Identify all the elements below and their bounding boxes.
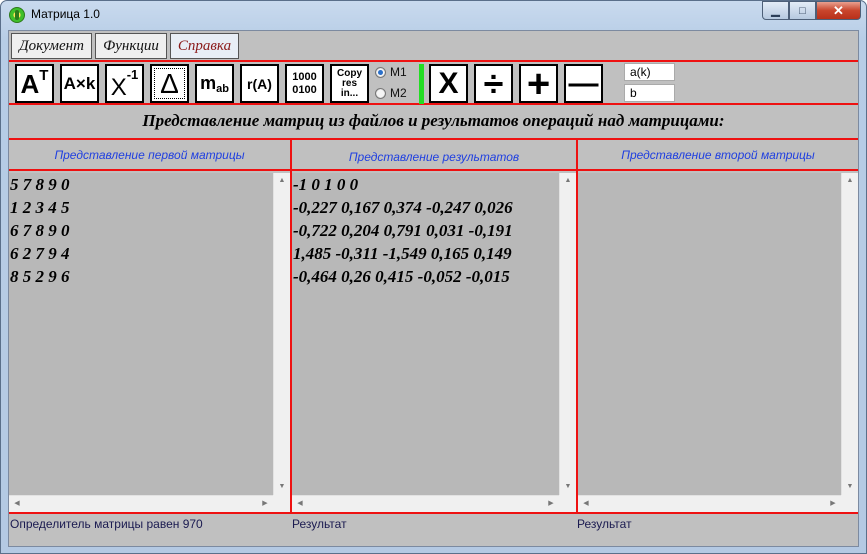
- scroll-down-icon[interactable]: ▼: [274, 479, 290, 495]
- copy-line3: in...: [340, 87, 359, 99]
- scroll-corner: [841, 495, 858, 512]
- scroll-corner: [559, 495, 576, 512]
- matrix-row: 5 7 8 9 0: [10, 175, 70, 194]
- matrix-row: -0,722 0,204 0,791 0,031 -0,191: [293, 221, 513, 240]
- menu-functions[interactable]: Функции: [95, 33, 167, 59]
- result-horizontal-scrollbar[interactable]: ◀ ▶: [292, 495, 559, 512]
- copy-line1: Copy: [337, 67, 362, 79]
- result-vertical-scrollbar[interactable]: ▲ ▼: [559, 173, 576, 495]
- second-status: Результат: [577, 517, 632, 531]
- divide-button[interactable]: ÷: [474, 62, 513, 104]
- scroll-up-icon[interactable]: ▲: [842, 173, 858, 189]
- binary-line2: 0100: [292, 83, 317, 96]
- transpose-sup: T: [39, 67, 49, 84]
- scroll-left-icon[interactable]: ◀: [292, 496, 308, 512]
- minimize-button[interactable]: ▁: [762, 1, 789, 20]
- scroll-left-icon[interactable]: ◀: [578, 496, 594, 512]
- scroll-right-icon[interactable]: ▶: [825, 496, 841, 512]
- add-label: +: [526, 61, 551, 106]
- first-horizontal-scrollbar[interactable]: ◀ ▶: [9, 495, 273, 512]
- window-title: Матрица 1.0: [31, 7, 100, 21]
- result-view[interactable]: -1 0 1 0 0 -0,227 0,167 0,374 -0,247 0,02…: [292, 173, 576, 512]
- matrix-row: 1 2 3 4 5: [10, 198, 70, 217]
- menu-document[interactable]: Документ: [11, 33, 92, 59]
- title-bar[interactable]: Матрица 1.0 ▁ □ ✕: [1, 1, 866, 29]
- scroll-down-icon[interactable]: ▼: [842, 479, 858, 495]
- coefficient-input[interactable]: a(k): [624, 63, 675, 81]
- radio-m1-dot[interactable]: [375, 66, 386, 78]
- transpose-base: A: [20, 68, 40, 99]
- menu-bar: Документ Функции Справка: [9, 31, 858, 62]
- subtract-button[interactable]: —: [564, 64, 603, 103]
- binary-button[interactable]: 1000 0100: [285, 64, 324, 103]
- scroll-up-icon[interactable]: ▲: [560, 173, 576, 189]
- app-window: Матрица 1.0 ▁ □ ✕ Документ Функции Справ…: [0, 0, 867, 554]
- scroll-right-icon[interactable]: ▶: [257, 496, 273, 512]
- copy-line2: res: [341, 77, 357, 89]
- add-button[interactable]: +: [519, 61, 558, 106]
- scale-label: A×k: [63, 73, 96, 93]
- determinant-button[interactable]: Δ: [150, 64, 189, 103]
- transpose-button[interactable]: AT: [15, 64, 54, 103]
- radio-m2-dot[interactable]: [375, 87, 386, 99]
- matrix-row: 6 2 7 9 4: [10, 244, 70, 263]
- radio-m1[interactable]: M1: [375, 65, 407, 79]
- rank-button[interactable]: r(A): [240, 64, 279, 103]
- first-status: Определитель матрицы равен 970: [10, 517, 203, 531]
- scroll-up-icon[interactable]: ▲: [274, 173, 290, 189]
- first-matrix-view[interactable]: 5 7 8 9 0 1 2 3 4 5 6 7 8 9 0 6 2 7 9 4 8 5 …: [9, 173, 290, 512]
- matrix-row: -1 0 1 0 0: [293, 175, 359, 194]
- scroll-left-icon[interactable]: ◀: [9, 496, 25, 512]
- scroll-corner: [273, 495, 290, 512]
- multiply-button[interactable]: X: [429, 64, 468, 103]
- page-title: Представление матриц из файлов и результ…: [9, 107, 858, 140]
- matrix-row: -0,227 0,167 0,374 -0,247 0,026: [293, 198, 513, 217]
- matrix-row: -0,464 0,26 0,415 -0,052 -0,015: [293, 267, 510, 286]
- second-vertical-scrollbar[interactable]: ▲ ▼: [841, 173, 858, 495]
- subtract-label: —: [568, 66, 599, 100]
- determinant-label: Δ: [160, 67, 179, 99]
- scroll-right-icon[interactable]: ▶: [543, 496, 559, 512]
- maximize-button[interactable]: □: [789, 1, 816, 20]
- first-matrix-header: Представление первой матрицы: [9, 142, 290, 171]
- result-rows: -1 0 1 0 0 -0,227 0,167 0,374 -0,247 0,02…: [292, 173, 576, 288]
- first-matrix-rows: 5 7 8 9 0 1 2 3 4 5 6 7 8 9 0 6 2 7 9 4 8 5 …: [9, 173, 290, 288]
- binary-line1: 1000: [292, 70, 317, 83]
- second-horizontal-scrollbar[interactable]: ◀ ▶: [578, 495, 841, 512]
- second-matrix-view[interactable]: ▲ ▼ ◀ ▶: [578, 173, 858, 512]
- active-indicator: [419, 64, 424, 104]
- multiply-label: X: [438, 66, 459, 100]
- client-area: Документ Функции Справка AT A×k X -1 Δ ma…: [8, 30, 859, 547]
- menu-help[interactable]: Справка: [170, 33, 239, 59]
- bottom-divider: [9, 512, 858, 514]
- toolbar: AT A×k X -1 Δ m ab r(A) 1000 0100 Copy r…: [9, 62, 858, 105]
- divide-label: ÷: [483, 62, 504, 104]
- window-controls: ▁ □ ✕: [762, 1, 861, 20]
- radio-m2[interactable]: M2: [375, 86, 407, 100]
- scale-button[interactable]: A×k: [60, 64, 99, 103]
- matrix-row: 6 7 8 9 0: [10, 221, 70, 240]
- inverse-sup: -1: [126, 67, 139, 82]
- minor-base: m: [200, 73, 217, 93]
- result-status: Результат: [292, 517, 347, 531]
- minor-button[interactable]: m ab: [195, 64, 234, 103]
- inverse-button[interactable]: X -1: [105, 64, 144, 103]
- app-logo-icon: [9, 7, 25, 23]
- matrix-row: 1,485 -0,311 -1,549 0,165 0,149: [293, 244, 512, 263]
- minor-sub: ab: [216, 83, 229, 95]
- inverse-base: X: [110, 73, 127, 101]
- copy-result-button[interactable]: Copy res in...: [330, 64, 369, 103]
- first-vertical-scrollbar[interactable]: ▲ ▼: [273, 173, 290, 495]
- rank-label: r(A): [247, 75, 272, 92]
- b-input[interactable]: b: [624, 84, 675, 102]
- second-matrix-header: Представление второй матрицы: [578, 142, 858, 171]
- result-header: Представление результатов: [292, 142, 576, 171]
- scroll-down-icon[interactable]: ▼: [560, 479, 576, 495]
- matrix-row: 8 5 2 9 6: [10, 267, 70, 286]
- radio-m2-label: M2: [390, 86, 407, 100]
- radio-m1-label: M1: [390, 65, 407, 79]
- close-button[interactable]: ✕: [816, 1, 861, 20]
